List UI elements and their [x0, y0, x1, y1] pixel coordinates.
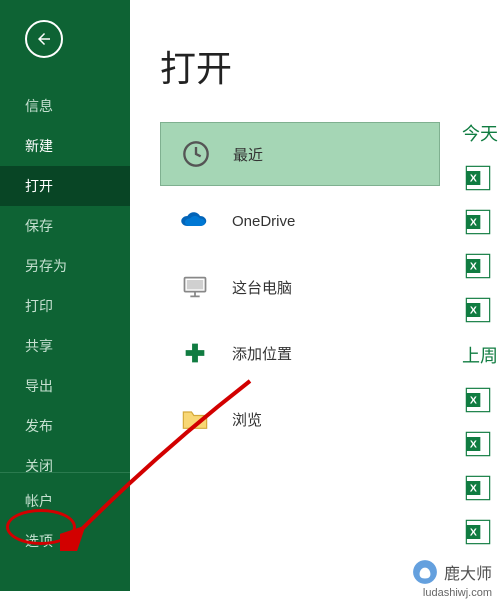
svg-text:X: X — [470, 483, 477, 495]
file-item[interactable]: X — [462, 510, 500, 554]
svg-text:X: X — [470, 173, 477, 185]
nav-print[interactable]: 打印 — [0, 286, 130, 326]
file-item[interactable]: X — [462, 200, 500, 244]
nav-info[interactable]: 信息 — [0, 86, 130, 126]
location-label: 这台电脑 — [232, 277, 292, 298]
svg-text:X: X — [470, 527, 477, 539]
recent-files-panel: 今天 X X X X 上周 X X X X — [462, 120, 500, 554]
onedrive-icon — [176, 206, 214, 236]
location-label: OneDrive — [232, 213, 295, 230]
nav-account[interactable]: 帐户 — [0, 481, 130, 521]
folder-icon — [176, 404, 214, 434]
watermark-brand: 鹿大师 — [444, 560, 492, 584]
nav-share[interactable]: 共享 — [0, 326, 130, 366]
deer-logo-icon — [412, 559, 438, 585]
excel-icon: X — [464, 296, 492, 324]
nav-new[interactable]: 新建 — [0, 126, 130, 166]
computer-icon — [176, 272, 214, 302]
nav-publish[interactable]: 发布 — [0, 406, 130, 446]
svg-text:X: X — [470, 305, 477, 317]
svg-text:X: X — [470, 395, 477, 407]
nav-options[interactable]: 选项 — [0, 521, 130, 561]
main-area: 打开 最近 OneDrive 这台电脑 添加位置 — [130, 0, 500, 591]
clock-icon — [177, 139, 215, 169]
file-item[interactable]: X — [462, 244, 500, 288]
excel-icon: X — [464, 430, 492, 458]
location-list: 最近 OneDrive 这台电脑 添加位置 浏览 — [160, 122, 440, 450]
page-title: 打开 — [160, 40, 500, 92]
nav-export[interactable]: 导出 — [0, 366, 130, 406]
location-add[interactable]: 添加位置 — [160, 322, 440, 384]
location-onedrive[interactable]: OneDrive — [160, 190, 440, 252]
nav-list: 信息 新建 打开 保存 另存为 打印 共享 导出 发布 关闭 — [0, 86, 130, 486]
watermark-url: ludashiwj.com — [423, 587, 492, 599]
location-label: 最近 — [233, 144, 263, 165]
location-browse[interactable]: 浏览 — [160, 388, 440, 450]
file-item[interactable]: X — [462, 156, 500, 200]
file-item[interactable]: X — [462, 422, 500, 466]
bottom-nav: 帐户 选项 — [0, 464, 130, 561]
excel-icon: X — [464, 518, 492, 546]
location-label: 添加位置 — [232, 343, 292, 364]
excel-icon: X — [464, 252, 492, 280]
nav-open[interactable]: 打开 — [0, 166, 130, 206]
location-computer[interactable]: 这台电脑 — [160, 256, 440, 318]
excel-icon: X — [464, 208, 492, 236]
back-button[interactable] — [25, 20, 63, 58]
nav-divider — [0, 472, 130, 473]
file-item[interactable]: X — [462, 466, 500, 510]
sidebar: 信息 新建 打开 保存 另存为 打印 共享 导出 发布 关闭 帐户 选项 — [0, 0, 130, 591]
svg-text:X: X — [470, 439, 477, 451]
location-label: 浏览 — [232, 409, 262, 430]
arrow-left-icon — [35, 30, 53, 48]
watermark: 鹿大师 — [412, 559, 492, 585]
excel-icon: X — [464, 386, 492, 414]
location-recent[interactable]: 最近 — [160, 122, 440, 186]
section-lastweek: 上周 — [462, 342, 500, 368]
svg-text:X: X — [470, 217, 477, 229]
file-item[interactable]: X — [462, 288, 500, 332]
section-today: 今天 — [462, 120, 500, 146]
nav-save[interactable]: 保存 — [0, 206, 130, 246]
excel-icon: X — [464, 474, 492, 502]
file-item[interactable]: X — [462, 378, 500, 422]
plus-icon — [176, 338, 214, 368]
nav-saveas[interactable]: 另存为 — [0, 246, 130, 286]
svg-text:X: X — [470, 261, 477, 273]
excel-icon: X — [464, 164, 492, 192]
